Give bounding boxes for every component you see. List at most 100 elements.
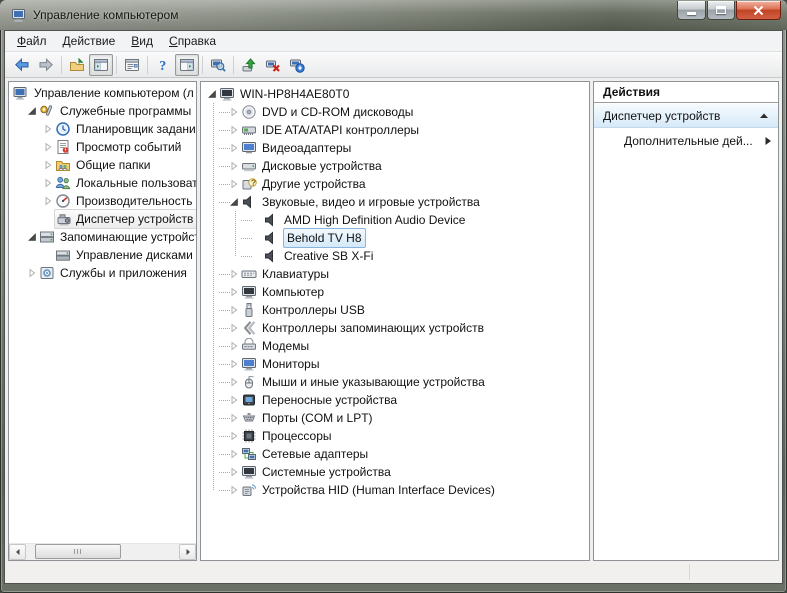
modem-icon — [241, 338, 257, 354]
sound-device-icon — [263, 248, 279, 264]
tree-item-label: Видеоадаптеры — [262, 139, 351, 157]
tree-item[interactable]: Службы и приложения — [9, 264, 196, 282]
show-action-pane-button[interactable] — [175, 54, 199, 76]
tree-item[interactable]: Видеоадаптеры — [201, 139, 589, 157]
window-title: Управление компьютером — [33, 8, 178, 22]
tree-item[interactable]: IDE ATA/ATAPI контроллеры — [201, 121, 589, 139]
tree-item[interactable]: AMD High Definition Audio Device — [201, 211, 589, 229]
expander-collapsed-icon[interactable] — [41, 120, 55, 138]
tree-guide-line — [219, 148, 230, 149]
tree-item[interactable]: Мониторы — [201, 355, 589, 373]
scan-hardware-icon — [289, 57, 305, 73]
tree-guide-line — [219, 184, 230, 185]
tree-item[interactable]: Creative SB X-Fi — [201, 247, 589, 265]
tree-item[interactable]: Клавиатуры — [201, 265, 589, 283]
tree-item[interactable]: Диспетчер устройств — [9, 210, 196, 228]
selected-item[interactable]: Диспетчер устройств — [54, 209, 196, 229]
tree-item-label: Порты (COM и LPT) — [262, 409, 373, 427]
tree-item[interactable]: Управление дисками — [9, 246, 196, 264]
close-button[interactable] — [736, 1, 781, 20]
tree-item-label: Планировщик заданий — [76, 120, 196, 138]
scroll-right-button[interactable] — [179, 544, 196, 560]
scan-hardware-button[interactable] — [285, 54, 309, 76]
console-tree-icon — [93, 57, 109, 73]
tree-item[interactable]: Управление компьютером (л — [9, 84, 196, 102]
tree-guide-line — [219, 436, 230, 437]
actions-more-item[interactable]: Дополнительные дей... — [594, 128, 778, 154]
storage-controller-icon — [241, 320, 257, 336]
horizontal-scrollbar[interactable] — [9, 543, 196, 560]
computer-management-window: Управление компьютером Файл Действие Вид… — [0, 0, 787, 593]
scrollbar-thumb[interactable] — [35, 544, 121, 559]
expander-collapsed-icon[interactable] — [41, 138, 55, 156]
expander-expanded-icon[interactable] — [25, 228, 39, 246]
menu-view[interactable]: Вид — [123, 31, 161, 51]
toolbar-divider — [61, 56, 62, 74]
chevron-up-icon[interactable] — [759, 112, 769, 120]
tree-item[interactable]: Модемы — [201, 337, 589, 355]
application-icon — [11, 7, 27, 23]
scroll-left-button[interactable] — [9, 544, 26, 560]
tree-item[interactable]: DVD и CD-ROM дисководы — [201, 103, 589, 121]
tree-item[interactable]: Планировщик заданий — [9, 120, 196, 138]
minimize-button[interactable] — [677, 1, 706, 20]
scan-computer-button[interactable] — [206, 54, 230, 76]
properties-button[interactable] — [120, 54, 144, 76]
help-button[interactable]: ? — [151, 54, 175, 76]
tree-item[interactable]: Компьютер — [201, 283, 589, 301]
tree-item[interactable]: Behold TV H8 — [201, 229, 589, 247]
tree-item-label: Дисковые устройства — [262, 157, 382, 175]
selected-item[interactable]: Behold TV H8 — [283, 228, 366, 248]
computer-icon — [219, 86, 235, 102]
title-bar[interactable]: Управление компьютером — [0, 0, 787, 30]
sound-device-icon — [241, 194, 257, 210]
tree-item[interactable]: Дисковые устройства — [201, 157, 589, 175]
tree-item[interactable]: Контроллеры USB — [201, 301, 589, 319]
tree-item[interactable]: Мыши и иные указывающие устройства — [201, 373, 589, 391]
computer-management-icon — [13, 85, 29, 101]
tree-item-label: Управление дисками — [76, 246, 193, 264]
scroll-right-icon — [184, 548, 192, 556]
tree-item[interactable]: Порты (COM и LPT) — [201, 409, 589, 427]
tree-item[interactable]: Общие папки — [9, 156, 196, 174]
tree-item[interactable]: Системные устройства — [201, 463, 589, 481]
tree-item[interactable]: Запоминающие устройст — [9, 228, 196, 246]
tree-item[interactable]: Производительность — [9, 192, 196, 210]
tree-item[interactable]: Просмотр событий — [9, 138, 196, 156]
tree-item[interactable]: Служебные программы — [9, 102, 196, 120]
maximize-button[interactable] — [707, 1, 735, 20]
expander-expanded-icon[interactable] — [25, 102, 39, 120]
expander-collapsed-icon[interactable] — [41, 174, 55, 192]
tree-item[interactable]: Устройства HID (Human Interface Devices) — [201, 481, 589, 499]
update-driver-button[interactable] — [237, 54, 261, 76]
tree-item[interactable]: Звуковые, видео и игровые устройства — [201, 193, 589, 211]
tree-item[interactable]: Контроллеры запоминающих устройств — [201, 319, 589, 337]
back-button[interactable] — [10, 54, 34, 76]
expander-collapsed-icon[interactable] — [25, 264, 39, 282]
expander-expanded-icon[interactable] — [205, 85, 219, 103]
storage-devices-icon — [39, 229, 55, 245]
show-console-tree-button[interactable] — [89, 54, 113, 76]
toolbar-divider — [147, 56, 148, 74]
forward-button[interactable] — [34, 54, 58, 76]
main-area: Управление компьютером (лСлужебные прогр… — [5, 78, 782, 561]
tree-item[interactable]: WIN-HP8H4AE80T0 — [201, 85, 589, 103]
expander-collapsed-icon[interactable] — [41, 156, 55, 174]
tree-item[interactable]: Переносные устройства — [201, 391, 589, 409]
scrollbar-track[interactable] — [26, 544, 179, 560]
tree-item[interactable]: Локальные пользовате — [9, 174, 196, 192]
uninstall-device-button[interactable] — [261, 54, 285, 76]
tree-item[interactable]: Сетевые адаптеры — [201, 445, 589, 463]
actions-group-device-manager[interactable]: Диспетчер устройств — [594, 103, 778, 128]
tree-item-label: Мыши и иные указывающие устройства — [262, 373, 485, 391]
menu-action[interactable]: Действие — [55, 31, 124, 51]
tree-item[interactable]: Процессоры — [201, 427, 589, 445]
menu-file[interactable]: Файл — [9, 31, 55, 51]
menu-help[interactable]: Справка — [161, 31, 224, 51]
expander-collapsed-icon[interactable] — [41, 192, 55, 210]
up-one-level-button[interactable] — [65, 54, 89, 76]
dvd-drive-icon — [241, 104, 257, 120]
tree-item-label: Управление компьютером (л — [34, 84, 194, 102]
tree-item[interactable]: ?Другие устройства — [201, 175, 589, 193]
tree-item-label: Общие папки — [76, 156, 150, 174]
